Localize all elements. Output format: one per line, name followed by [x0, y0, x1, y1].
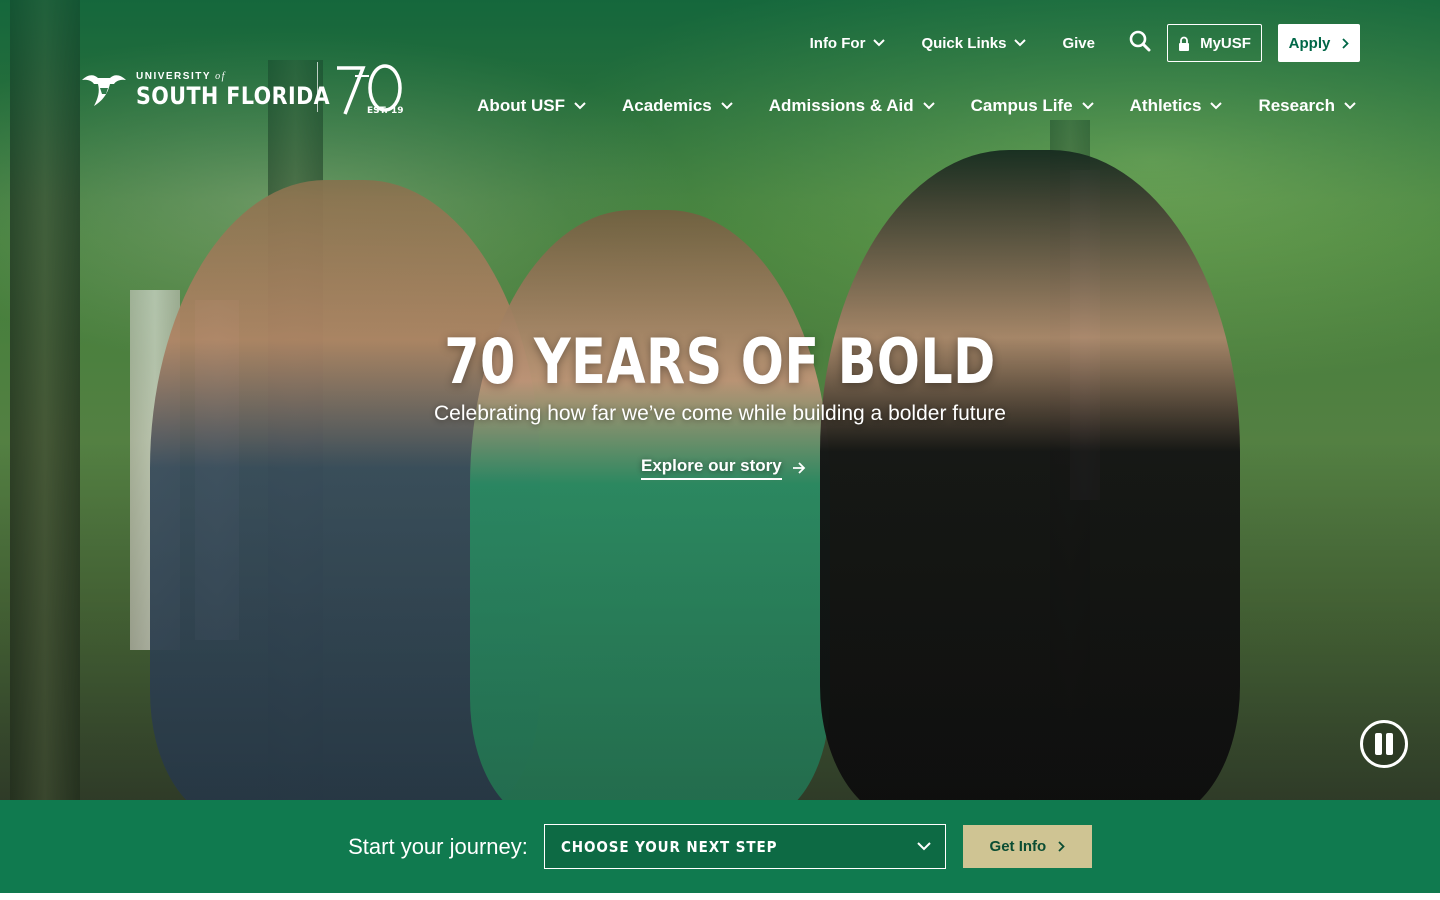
- chevron-down-icon: [922, 102, 935, 110]
- nav-label: Athletics: [1129, 96, 1202, 115]
- myusf-label: MyUSF: [1200, 34, 1251, 52]
- bull-logo-icon: [82, 75, 126, 106]
- university-name: SOUTH FLORIDA: [136, 82, 331, 110]
- chevron-down-icon: [1081, 102, 1094, 110]
- arrow-right-icon: [792, 462, 806, 474]
- explore-story-link[interactable]: Explore our story: [641, 456, 806, 480]
- quick-links-label: Quick Links: [921, 34, 1007, 52]
- usf-logo[interactable]: UNIVERSITY of SOUTH FLORIDA EST. 1956: [80, 62, 403, 118]
- hero-subhead: Celebrating how far we’ve come while bui…: [434, 402, 1006, 425]
- chevron-down-icon: [1344, 102, 1356, 110]
- next-step-select[interactable]: CHOOSE YOUR NEXT STEP: [543, 824, 946, 869]
- pause-icon: [1375, 733, 1382, 755]
- chevron-down-icon: [873, 39, 886, 47]
- search-icon[interactable]: [1129, 30, 1151, 52]
- nav-label: Research: [1258, 96, 1335, 115]
- main-nav: About USF Academics Admissions & Aid Cam…: [441, 92, 1356, 120]
- info-for-label: Info For: [809, 34, 866, 52]
- nav-label: Academics: [621, 96, 712, 115]
- university-label: UNIVERSITY of: [136, 71, 226, 82]
- nav-academics[interactable]: Academics: [622, 96, 733, 116]
- give-link[interactable]: Give: [1062, 35, 1095, 52]
- journey-label: Start your journey:: [348, 833, 528, 859]
- nav-label: Campus Life: [970, 96, 1073, 115]
- nav-about-usf[interactable]: About USF: [477, 96, 586, 116]
- chevron-right-icon: [1058, 841, 1065, 852]
- nav-research[interactable]: Research: [1258, 96, 1356, 116]
- nav-athletics[interactable]: Athletics: [1130, 96, 1223, 116]
- nav-label: About USF: [477, 96, 565, 115]
- info-for-menu[interactable]: Info For: [810, 35, 886, 52]
- chevron-down-icon: [1210, 102, 1223, 110]
- nav-label: Admissions & Aid: [768, 96, 914, 115]
- nav-campus-life[interactable]: Campus Life: [971, 96, 1094, 116]
- chevron-down-icon: [574, 102, 586, 110]
- lock-icon: [1179, 36, 1190, 51]
- quick-links-menu[interactable]: Quick Links: [921, 34, 1027, 52]
- hero-background: [0, 0, 1440, 800]
- journey-bar: Start your journey: CHOOSE YOUR NEXT STE…: [0, 800, 1440, 893]
- explore-story-label: Explore our story: [641, 456, 782, 480]
- utility-nav: Info For Quick Links Give MyUSF Apply: [810, 24, 1360, 62]
- chevron-right-icon: [1342, 37, 1350, 49]
- pause-icon: [1386, 733, 1393, 755]
- pause-video-button[interactable]: [1360, 720, 1408, 768]
- chevron-down-icon: [1014, 39, 1027, 47]
- myusf-button[interactable]: MyUSF: [1167, 24, 1262, 62]
- logo-divider: [317, 62, 318, 112]
- page-below-fold: [0, 893, 1440, 900]
- chevron-down-icon: [917, 842, 931, 851]
- get-info-label: Get Info: [989, 838, 1047, 855]
- chevron-down-icon: [721, 102, 733, 110]
- nav-admissions-aid[interactable]: Admissions & Aid: [769, 96, 935, 116]
- seventy-anniversary-mark: EST. 1956: [337, 64, 403, 116]
- apply-button[interactable]: Apply: [1278, 24, 1360, 62]
- hero-headline: 70 YEARS OF BOLD: [444, 325, 996, 398]
- svg-text:EST. 1956: EST. 1956: [367, 106, 403, 116]
- get-info-button[interactable]: Get Info: [962, 825, 1092, 868]
- apply-label: Apply: [1288, 34, 1331, 52]
- next-step-value: CHOOSE YOUR NEXT STEP: [560, 837, 778, 856]
